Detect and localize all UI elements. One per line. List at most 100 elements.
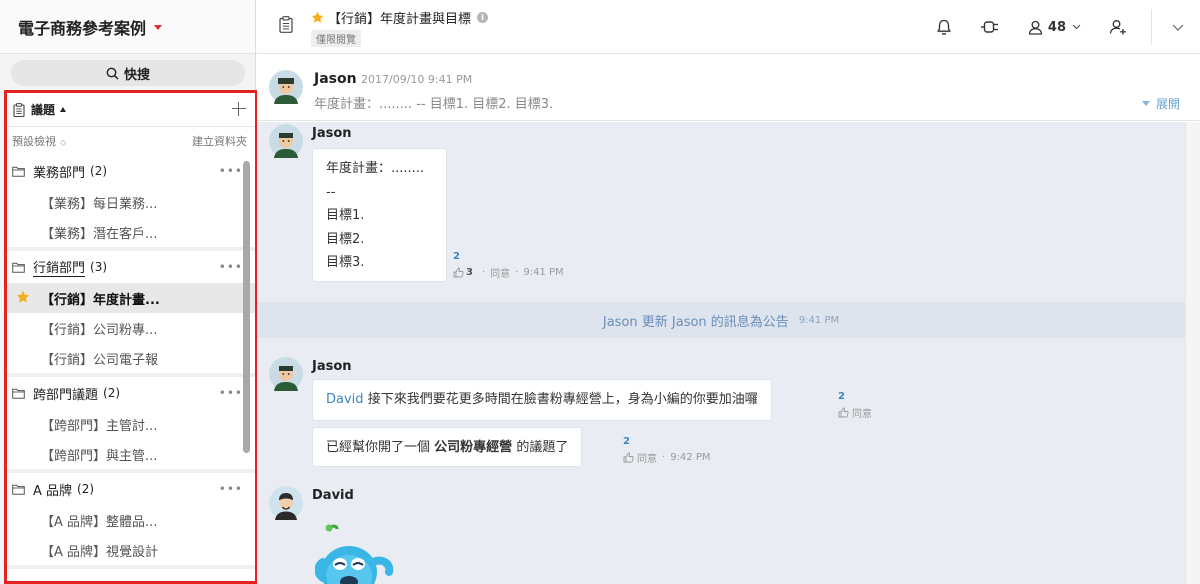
- sort-up-icon[interactable]: [60, 107, 67, 112]
- message-text: 接下來我們要花更多時間在臉書粉專經營上，身為小編的你要加油囉: [367, 392, 758, 407]
- announcement-text: 年度計畫：........ -- 目標1. 目標2. 目標3.: [314, 97, 554, 112]
- more-options-icon[interactable]: •••: [219, 164, 243, 178]
- like-label[interactable]: 同意: [852, 405, 872, 420]
- read-count[interactable]: 2: [453, 251, 460, 262]
- sticker-image[interactable]: [315, 522, 415, 584]
- permission-badge: 僅限閱覽: [311, 30, 361, 47]
- add-topic-button[interactable]: [231, 101, 247, 117]
- folder-icon: [12, 388, 25, 399]
- topic-title: 【行銷】年度計畫與目標: [328, 12, 472, 27]
- topic-item[interactable]: 【業務】每日業務...: [7, 187, 255, 217]
- invite-member-button[interactable]: [1109, 19, 1127, 35]
- message-bubble[interactable]: 年度計畫：........ -- 目標1. 目標2. 目標3.: [312, 148, 447, 282]
- bell-icon: [937, 19, 951, 35]
- topic-item-active[interactable]: 【行銷】年度計畫...: [7, 283, 255, 313]
- workspace-header[interactable]: 電子商務參考案例: [0, 0, 255, 54]
- system-message: Jason 更新 Jason 的訊息為公告 9:41 PM: [257, 302, 1185, 338]
- folder-marketing: 行銷部門 (3) ••• 【行銷】年度計畫... 【行銷】公司粉專... 【行銷…: [7, 251, 255, 377]
- folder-icon: [12, 484, 25, 495]
- announcement-time: 2017/09/10 9:41 PM: [361, 73, 473, 86]
- header-more-button[interactable]: [1172, 24, 1184, 31]
- topic-label: 【行銷】公司電子報: [41, 352, 159, 368]
- avatar: [269, 70, 303, 104]
- message-author: Jason: [312, 126, 352, 141]
- system-message-text: Jason 更新 Jason 的訊息為公告: [602, 314, 789, 330]
- like-label[interactable]: 同意: [490, 265, 510, 280]
- separator-dot: ·: [515, 267, 519, 278]
- announcement-author: Jason: [314, 71, 357, 87]
- folder-count: (3): [90, 260, 108, 274]
- thumbs-up-icon[interactable]: [838, 407, 849, 418]
- more-options-icon[interactable]: •••: [219, 482, 243, 496]
- separator-dot: ·: [481, 267, 486, 278]
- create-folder-link[interactable]: 建立資料夾: [192, 133, 247, 149]
- topics-panel-header: 議題: [7, 93, 255, 127]
- header-divider: [1151, 9, 1152, 45]
- members-button[interactable]: 48: [1028, 20, 1081, 35]
- message-time: 9:42 PM: [670, 452, 711, 463]
- more-options-icon[interactable]: •••: [219, 386, 243, 400]
- topic-item[interactable]: 【跨部門】與主管...: [7, 439, 255, 469]
- topic-item[interactable]: 【A 品牌】整體品...: [7, 505, 255, 535]
- topic-label: 【A 品牌】視覺設計: [41, 544, 159, 560]
- clipboard-icon[interactable]: [279, 16, 293, 33]
- read-count[interactable]: 2: [623, 436, 630, 447]
- announcement-bar[interactable]: Jason 2017/09/10 9:41 PM 年度計畫：........ -…: [257, 55, 1200, 121]
- folder-count: (2): [90, 164, 108, 178]
- avatar: [269, 486, 303, 520]
- topic-title-row: 【行銷】年度計畫與目標 i: [311, 8, 489, 27]
- topic-item[interactable]: 【跨部門】主管討...: [7, 409, 255, 439]
- expand-label: 展開: [1155, 97, 1180, 111]
- folder-name: 業務部門: [33, 165, 86, 181]
- quick-search-button[interactable]: 快搜: [11, 60, 245, 86]
- user-icon: [1028, 20, 1043, 35]
- folder-list: 業務部門 (2) ••• 【業務】每日業務... 【業務】潛在客戶... 行銷部…: [7, 155, 255, 581]
- read-count[interactable]: 2: [838, 391, 845, 402]
- integration-button[interactable]: [980, 20, 1000, 34]
- like-label[interactable]: 同意: [637, 450, 657, 465]
- expand-button[interactable]: 展開: [1141, 95, 1180, 112]
- thumbs-up-icon[interactable]: [623, 452, 634, 463]
- message-bubble[interactable]: 已經幫你開了一個 公司粉專經營 的議題了: [312, 427, 583, 467]
- thumbs-up-icon[interactable]: [453, 267, 464, 278]
- mention-link[interactable]: David: [326, 392, 364, 407]
- notification-button[interactable]: [936, 19, 952, 36]
- message-line: 年度計畫：........: [326, 161, 425, 176]
- message-time: 9:41 PM: [523, 267, 564, 278]
- sidebar-scrollbar[interactable]: [243, 161, 250, 453]
- folder-brand-a: A 品牌 (2) ••• 【A 品牌】整體品... 【A 品牌】視覺設計: [7, 473, 255, 569]
- folder-header[interactable]: A 品牌 (2) •••: [7, 473, 255, 505]
- info-icon[interactable]: i: [477, 12, 489, 23]
- system-message-time: 9:41 PM: [798, 314, 840, 326]
- more-options-icon[interactable]: •••: [219, 260, 243, 274]
- folder-header[interactable]: 業務部門 (2) •••: [7, 155, 255, 187]
- plug-icon: [980, 21, 998, 33]
- folder-name: 跨部門議題: [33, 387, 99, 403]
- message-line: 目標2.: [326, 231, 365, 247]
- folder-count: (2): [103, 386, 121, 400]
- like-count: 3: [466, 267, 473, 278]
- topic-label: 【行銷】公司粉專...: [41, 322, 158, 338]
- folder-header[interactable]: 行銷部門 (3) •••: [7, 251, 255, 283]
- workspace-dropdown-icon[interactable]: [154, 25, 163, 30]
- star-icon[interactable]: [311, 11, 324, 24]
- message-line: 目標1.: [326, 208, 365, 223]
- topic-mention[interactable]: 公司粉專經營: [434, 440, 512, 455]
- header-actions: 48: [922, 0, 1200, 54]
- message-text: 已經幫你開了一個: [326, 440, 431, 455]
- folder-cross-dept: 跨部門議題 (2) ••• 【跨部門】主管討... 【跨部門】與主管...: [7, 377, 255, 473]
- folder-sales: 業務部門 (2) ••• 【業務】每日業務... 【業務】潛在客戶...: [7, 155, 255, 251]
- default-view-select[interactable]: 預設檢視 ◇: [12, 133, 66, 149]
- message-bubble[interactable]: David 接下來我們要花更多時間在臉書粉專經營上，身為小編的你要加油囉: [312, 379, 772, 421]
- topic-header: 【行銷】年度計畫與目標 i 僅限閱覽 48: [257, 0, 1200, 54]
- star-icon: [16, 290, 30, 303]
- topic-item[interactable]: 【行銷】公司粉專...: [7, 313, 255, 343]
- expand-icon: [1141, 101, 1150, 106]
- message-line: --: [326, 184, 336, 200]
- topic-item[interactable]: 【業務】潛在客戶...: [7, 217, 255, 247]
- topic-item[interactable]: 【行銷】公司電子報: [7, 343, 255, 373]
- message-meta: 2 3 · 同意 · 9:41 PM: [453, 251, 564, 280]
- folder-header[interactable]: 跨部門議題 (2) •••: [7, 377, 255, 409]
- chat-scrollbar[interactable]: [1185, 122, 1200, 584]
- topic-item[interactable]: 【A 品牌】視覺設計: [7, 535, 255, 565]
